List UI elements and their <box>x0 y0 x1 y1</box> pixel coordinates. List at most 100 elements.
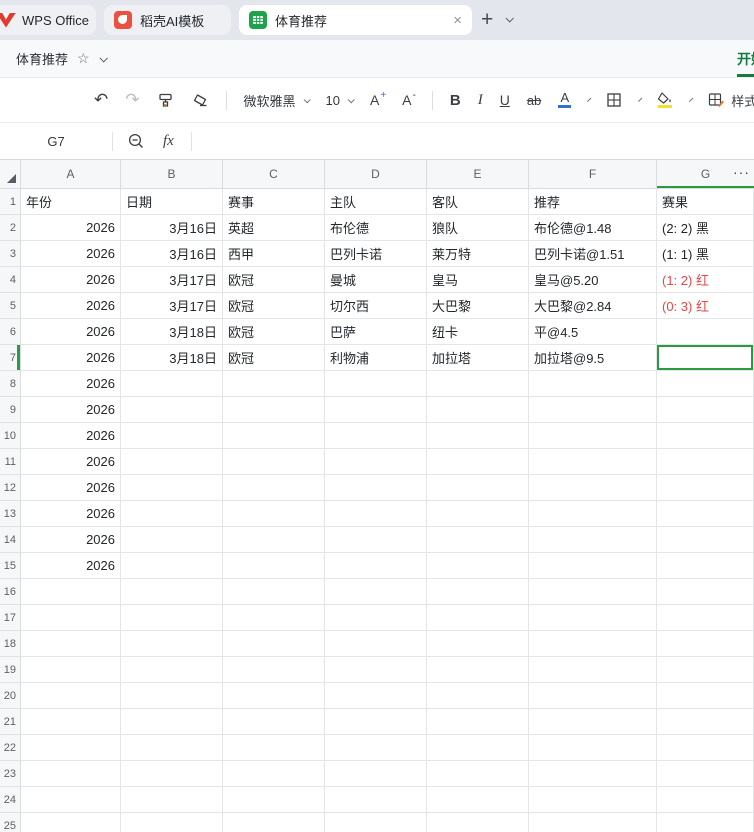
cell-F17[interactable] <box>529 605 657 631</box>
cell-A4[interactable]: 2026 <box>21 267 121 293</box>
cell-G15[interactable] <box>657 553 754 579</box>
cell-E13[interactable] <box>427 501 529 527</box>
row-header-18[interactable]: 18 <box>0 631 21 657</box>
cell-B25[interactable] <box>121 813 223 832</box>
cell-G12[interactable] <box>657 475 754 501</box>
cell-D3[interactable]: 巴列卡诺 <box>325 241 427 267</box>
cell-B7[interactable]: 3月18日 <box>121 345 223 371</box>
cell-C13[interactable] <box>223 501 325 527</box>
row-header-4[interactable]: 4 <box>0 267 21 293</box>
cell-D25[interactable] <box>325 813 427 832</box>
cell-F12[interactable] <box>529 475 657 501</box>
cell-G3[interactable]: (1: 1) 黑 <box>657 241 754 267</box>
cell-B6[interactable]: 3月18日 <box>121 319 223 345</box>
font-size-select[interactable]: 10 <box>326 93 355 108</box>
cell-A15[interactable]: 2026 <box>21 553 121 579</box>
cell-E20[interactable] <box>427 683 529 709</box>
cell-B9[interactable] <box>121 397 223 423</box>
cell-A8[interactable]: 2026 <box>21 371 121 397</box>
strikethrough-button[interactable]: ab <box>527 93 541 108</box>
cell-E11[interactable] <box>427 449 529 475</box>
cell-C17[interactable] <box>223 605 325 631</box>
cell-B21[interactable] <box>121 709 223 735</box>
cell-E19[interactable] <box>427 657 529 683</box>
new-tab-chevron-down-icon[interactable] <box>505 14 514 23</box>
cell-C18[interactable] <box>223 631 325 657</box>
cell-D12[interactable] <box>325 475 427 501</box>
cell-F16[interactable] <box>529 579 657 605</box>
cell-F11[interactable] <box>529 449 657 475</box>
cell-G22[interactable] <box>657 735 754 761</box>
cell-G10[interactable] <box>657 423 754 449</box>
cell-E4[interactable]: 皇马 <box>427 267 529 293</box>
row-header-15[interactable]: 15 <box>0 553 21 579</box>
cell-F5[interactable]: 大巴黎@2.84 <box>529 293 657 319</box>
cell-F18[interactable] <box>529 631 657 657</box>
cell-C15[interactable] <box>223 553 325 579</box>
cell-G21[interactable] <box>657 709 754 735</box>
cell-F2[interactable]: 布伦德@1.48 <box>529 215 657 241</box>
italic-button[interactable]: I <box>478 92 483 109</box>
row-header-9[interactable]: 9 <box>0 397 21 423</box>
cell-F1[interactable]: 推荐 <box>529 189 657 215</box>
row-header-12[interactable]: 12 <box>0 475 21 501</box>
cell-D17[interactable] <box>325 605 427 631</box>
cell-C1[interactable]: 赛事 <box>223 189 325 215</box>
column-header-E[interactable]: E <box>427 160 529 189</box>
name-box[interactable]: G7 <box>0 134 112 149</box>
row-header-2[interactable]: 2 <box>0 215 21 241</box>
cell-C14[interactable] <box>223 527 325 553</box>
cell-A19[interactable] <box>21 657 121 683</box>
cell-G18[interactable] <box>657 631 754 657</box>
tab-sports-sheet[interactable]: 体育推荐 × <box>239 5 472 35</box>
select-all-button[interactable] <box>0 160 21 189</box>
font-family-select[interactable]: 微软雅黑 <box>244 91 311 110</box>
column-header-F[interactable]: F <box>529 160 657 189</box>
cell-A6[interactable]: 2026 <box>21 319 121 345</box>
cell-D22[interactable] <box>325 735 427 761</box>
cell-F4[interactable]: 皇马@5.20 <box>529 267 657 293</box>
cell-E9[interactable] <box>427 397 529 423</box>
cell-B1[interactable]: 日期 <box>121 189 223 215</box>
cell-C25[interactable] <box>223 813 325 832</box>
tab-wps-office[interactable]: WPS Office <box>0 5 96 35</box>
cell-C21[interactable] <box>223 709 325 735</box>
row-header-10[interactable]: 10 <box>0 423 21 449</box>
cell-F24[interactable] <box>529 787 657 813</box>
cell-F8[interactable] <box>529 371 657 397</box>
cell-A21[interactable] <box>21 709 121 735</box>
cell-C4[interactable]: 欧冠 <box>223 267 325 293</box>
cell-F3[interactable]: 巴列卡诺@1.51 <box>529 241 657 267</box>
font-color-button[interactable]: A <box>558 91 572 108</box>
increase-font-size-button[interactable]: A + <box>370 90 386 109</box>
cell-E1[interactable]: 客队 <box>427 189 529 215</box>
cell-G11[interactable] <box>657 449 754 475</box>
cell-F21[interactable] <box>529 709 657 735</box>
cell-C7[interactable]: 欧冠 <box>223 345 325 371</box>
cell-A16[interactable] <box>21 579 121 605</box>
cell-E21[interactable] <box>427 709 529 735</box>
cell-E25[interactable] <box>427 813 529 832</box>
cell-E6[interactable]: 纽卡 <box>427 319 529 345</box>
cell-A22[interactable] <box>21 735 121 761</box>
cell-B14[interactable] <box>121 527 223 553</box>
cell-C6[interactable]: 欧冠 <box>223 319 325 345</box>
cell-B4[interactable]: 3月17日 <box>121 267 223 293</box>
cell-D7[interactable]: 利物浦 <box>325 345 427 371</box>
eraser-button[interactable] <box>191 92 209 108</box>
row-header-17[interactable]: 17 <box>0 605 21 631</box>
ribbon-tab-home[interactable]: 开始 <box>737 40 754 77</box>
row-header-3[interactable]: 3 <box>0 241 21 267</box>
row-header-7[interactable]: 7 <box>0 345 21 371</box>
cell-D10[interactable] <box>325 423 427 449</box>
cell-E22[interactable] <box>427 735 529 761</box>
row-header-8[interactable]: 8 <box>0 371 21 397</box>
cell-G19[interactable] <box>657 657 754 683</box>
cell-G9[interactable] <box>657 397 754 423</box>
row-header-24[interactable]: 24 <box>0 787 21 813</box>
close-tab-icon[interactable]: × <box>453 12 462 29</box>
cell-B20[interactable] <box>121 683 223 709</box>
borders-button[interactable] <box>606 92 622 108</box>
cell-F23[interactable] <box>529 761 657 787</box>
cell-D18[interactable] <box>325 631 427 657</box>
